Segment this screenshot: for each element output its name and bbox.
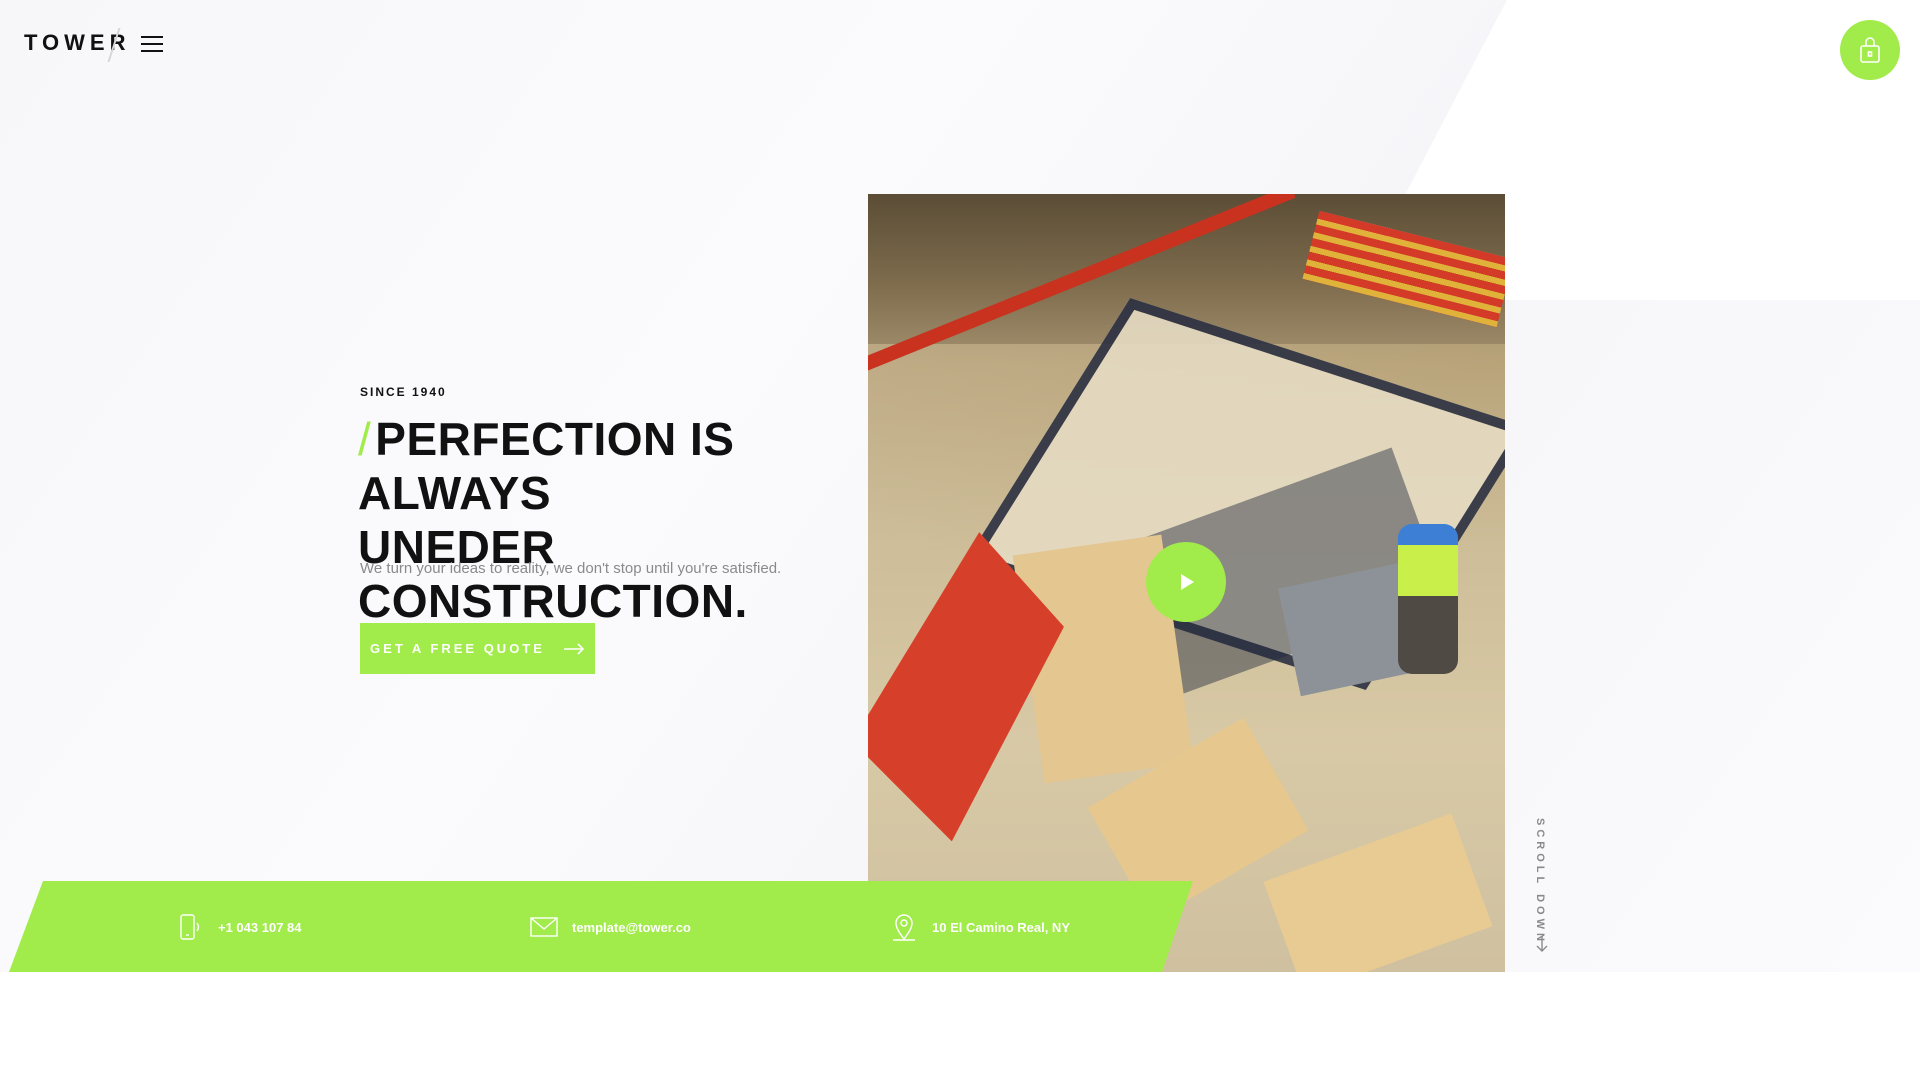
cta-label: GET A FREE QUOTE	[370, 641, 545, 656]
hero-subtitle: We turn your ideas to reality, we don't …	[360, 560, 782, 577]
contact-phone[interactable]: +1 043 107 84	[176, 913, 302, 941]
background-bottom	[0, 972, 1920, 1080]
headline-accent: /	[358, 413, 372, 465]
scroll-down-label[interactable]: SCROLL DOWN	[1534, 818, 1546, 945]
arrow-right-icon	[563, 642, 585, 655]
contact-address[interactable]: 10 El Camino Real, NY	[890, 913, 1070, 941]
address-text: 10 El Camino Real, NY	[932, 919, 1070, 935]
get-free-quote-button[interactable]: GET A FREE QUOTE	[360, 623, 595, 674]
play-icon[interactable]	[1146, 542, 1226, 622]
shopping-bag-icon[interactable]	[1840, 20, 1900, 80]
map-pin-icon	[893, 914, 915, 941]
contact-email[interactable]: template@tower.co	[530, 913, 691, 941]
page: TOWER SINCE 1940 /PERFECTION IS ALWAYS U…	[0, 0, 1920, 1080]
mail-icon	[530, 917, 558, 937]
page-title: /PERFECTION IS ALWAYS UNEDER CONSTRUCTIO…	[358, 412, 818, 628]
headline-line-1: PERFECTION IS ALWAYS	[358, 413, 735, 519]
tagline: SINCE 1940	[360, 385, 447, 399]
phone-number: +1 043 107 84	[218, 919, 302, 935]
email-address: template@tower.co	[572, 919, 691, 935]
hamburger-menu-icon[interactable]	[141, 36, 167, 54]
phone-icon	[180, 914, 200, 940]
arrow-down-icon[interactable]	[1535, 935, 1549, 953]
